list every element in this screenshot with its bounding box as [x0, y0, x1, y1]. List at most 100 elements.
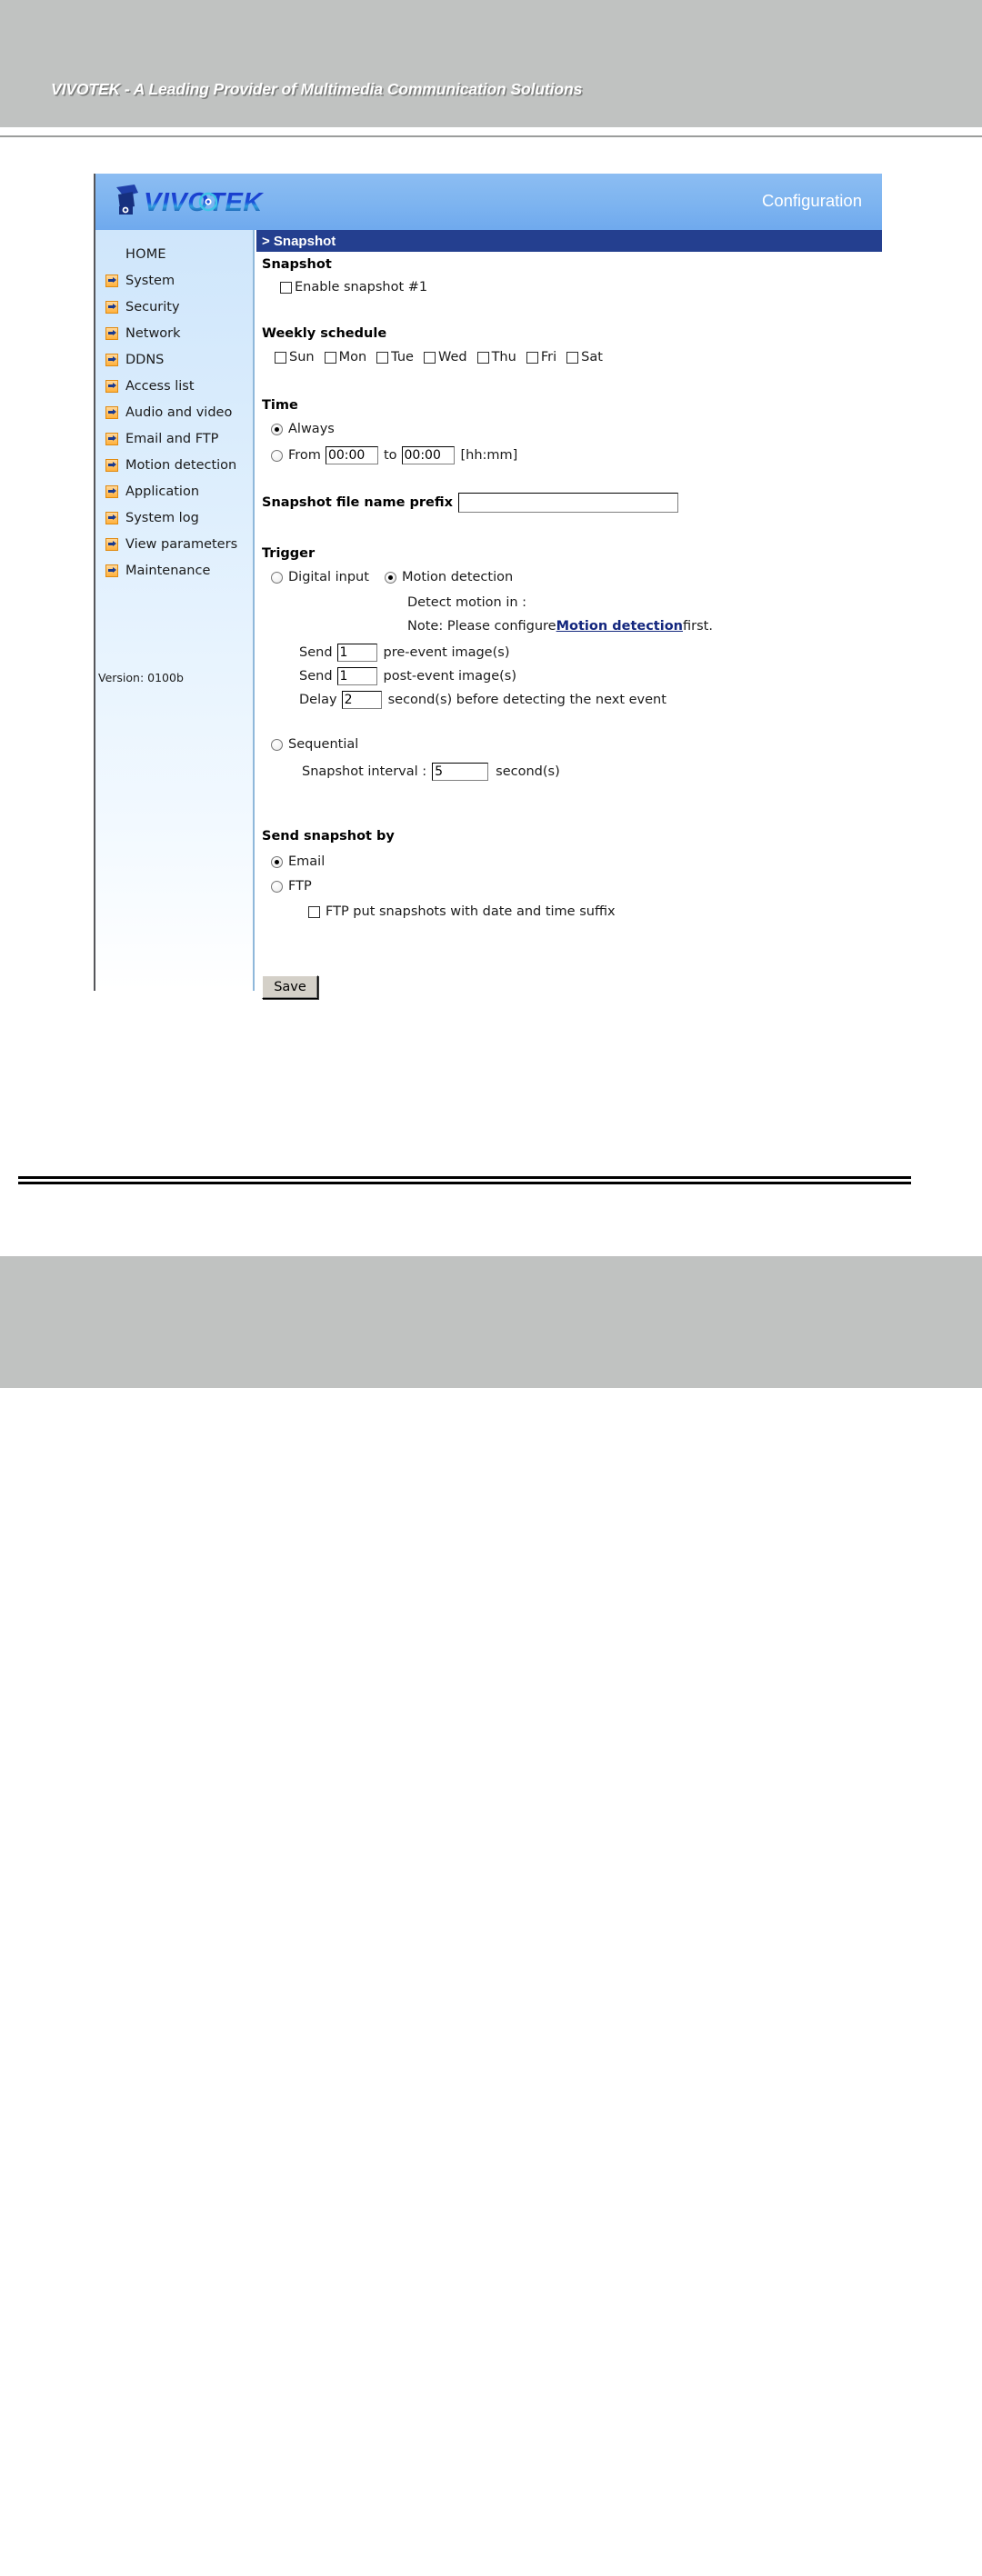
manual-banner-text: VIVOTEK - A Leading Provider of Multimed…	[51, 80, 583, 98]
detect-motion-in-row: Detect motion in :	[407, 595, 526, 610]
weekly-days-row: Sun Mon Tue Wed Thu Fri Sat	[275, 350, 603, 364]
day-checkbox-sun[interactable]	[275, 351, 286, 364]
enable-snapshot-checkbox[interactable]	[280, 281, 292, 294]
sequential-radio[interactable]	[271, 738, 283, 751]
arrow-right-icon	[105, 353, 118, 366]
sidebar-item-label: Application	[125, 484, 200, 499]
post-event-count-input[interactable]	[336, 667, 377, 685]
day-label-sun: Sun	[289, 350, 315, 364]
day-checkbox-fri[interactable]	[526, 351, 538, 364]
content-panel: > Snapshot Snapshot Enable snapshot #1 W…	[256, 230, 882, 999]
camera-icon	[116, 185, 138, 215]
post-event-send-label: Send	[299, 669, 333, 684]
time-range-radio[interactable]	[271, 449, 283, 462]
send-by-email-label: Email	[288, 854, 326, 869]
sidebar-item-system[interactable]: System	[95, 267, 253, 294]
sidebar-item-label: System	[125, 273, 175, 288]
sidebar-item-label: Audio and video	[125, 404, 233, 420]
enable-snapshot-row[interactable]: Enable snapshot #1	[280, 280, 427, 295]
snapshot-section-heading: Snapshot	[262, 257, 332, 272]
arrow-right-icon	[105, 484, 118, 498]
post-event-row: Send post-event image(s)	[299, 667, 516, 685]
snapshot-interval-row: Snapshot interval : second(s)	[302, 763, 560, 781]
sidebar-item-access-list[interactable]: Access list	[95, 373, 253, 399]
send-by-ftp-label: FTP	[288, 879, 312, 894]
day-checkbox-tue[interactable]	[376, 351, 389, 364]
pre-event-row: Send pre-event image(s)	[299, 644, 509, 662]
sidebar-item-view-parameters[interactable]: View parameters	[95, 531, 253, 557]
sidebar-item-application[interactable]: Application	[95, 478, 253, 504]
post-event-unit-label: post-event image(s)	[383, 669, 517, 684]
sidebar-item-motion-detection[interactable]: Motion detection	[95, 452, 253, 478]
note-prefix-text: Note: Please configure	[407, 619, 556, 634]
send-by-email-row[interactable]: Email	[271, 854, 325, 869]
page-title-bar: > Snapshot	[256, 230, 882, 252]
ftp-date-time-suffix-checkbox[interactable]	[308, 905, 320, 918]
motion-detection-note: Note: Please configure Motion detection …	[407, 619, 713, 634]
camera-web-ui: VIVOTEK Configuration HOME System Securi…	[94, 174, 882, 999]
day-checkbox-mon[interactable]	[324, 351, 336, 364]
trigger-motion-detection-label: Motion detection	[401, 570, 514, 584]
sidebar-item-label: View parameters	[125, 536, 238, 552]
snapshot-interval-unit: second(s)	[496, 764, 560, 779]
pre-event-count-input[interactable]	[336, 644, 377, 662]
send-by-ftp-radio[interactable]	[271, 880, 283, 893]
snapshot-prefix-input[interactable]	[458, 493, 678, 513]
sidebar-item-email-and-ftp[interactable]: Email and FTP	[95, 425, 253, 452]
manual-bottom-banner: 41 - User's Manual	[0, 1256, 982, 2575]
snapshot-prefix-row: Snapshot file name prefix	[262, 493, 678, 513]
day-checkbox-wed[interactable]	[423, 351, 436, 364]
vivotek-logo: VIVOTEK	[111, 182, 275, 224]
sidebar-item-network[interactable]: Network	[95, 320, 253, 346]
arrow-right-icon	[105, 432, 118, 445]
sidebar-item-home[interactable]: HOME	[95, 241, 253, 267]
arrow-right-icon	[105, 405, 118, 419]
arrow-right-icon	[105, 326, 118, 340]
time-always-row[interactable]: Always	[271, 422, 335, 436]
day-checkbox-thu[interactable]	[476, 351, 489, 364]
delay-label: Delay	[299, 693, 337, 707]
time-section-heading: Time	[262, 398, 298, 413]
manual-top-divider	[0, 135, 982, 137]
sidebar-item-maintenance[interactable]: Maintenance	[95, 557, 253, 584]
sidebar-item-label: HOME	[125, 246, 166, 262]
sequential-row[interactable]: Sequential	[271, 737, 358, 752]
sidebar: HOME System Security Network DDNS Access	[95, 230, 255, 991]
send-by-email-radio[interactable]	[271, 855, 283, 868]
trigger-digital-input-label: Digital input	[288, 570, 369, 584]
pre-event-send-label: Send	[299, 645, 333, 660]
sidebar-item-system-log[interactable]: System log	[95, 504, 253, 531]
sidebar-item-label: Network	[125, 325, 181, 341]
svg-text:VIVOTEK: VIVOTEK	[144, 188, 264, 217]
snapshot-interval-input[interactable]	[432, 763, 489, 781]
sidebar-menu: HOME System Security Network DDNS Access	[95, 241, 253, 584]
arrow-right-icon	[105, 564, 118, 577]
trigger-section-heading: Trigger	[262, 546, 316, 561]
arrow-right-icon	[105, 511, 118, 524]
manual-footer-text: 41 - User's Manual	[51, 2554, 211, 2575]
weekly-schedule-heading: Weekly schedule	[262, 326, 387, 341]
ftp-suffix-row[interactable]: FTP put snapshots with date and time suf…	[308, 904, 616, 919]
delay-seconds-input[interactable]	[341, 691, 382, 709]
day-label-fri: Fri	[540, 350, 557, 364]
time-from-input[interactable]	[325, 446, 378, 464]
sidebar-item-ddns[interactable]: DDNS	[95, 346, 253, 373]
sidebar-item-label: Maintenance	[125, 563, 211, 578]
time-always-radio[interactable]	[271, 423, 283, 435]
day-label-thu: Thu	[491, 350, 516, 364]
trigger-motion-detection-radio[interactable]	[384, 571, 396, 584]
delay-unit-label: second(s) before detecting the next even…	[387, 693, 666, 707]
note-suffix-text: first.	[683, 619, 713, 634]
time-always-label: Always	[288, 422, 335, 436]
sidebar-item-audio-and-video[interactable]: Audio and video	[95, 399, 253, 425]
app-header: VIVOTEK Configuration	[95, 174, 882, 230]
trigger-digital-input-radio[interactable]	[271, 571, 283, 584]
motion-detection-link[interactable]: Motion detection	[556, 619, 683, 634]
ftp-date-time-suffix-label: FTP put snapshots with date and time suf…	[326, 904, 616, 919]
time-to-input[interactable]	[401, 446, 455, 464]
day-checkbox-sat[interactable]	[566, 351, 579, 364]
time-range-row: From to [hh:mm]	[271, 446, 517, 464]
send-by-ftp-row[interactable]: FTP	[271, 879, 312, 894]
sidebar-item-security[interactable]: Security	[95, 294, 253, 320]
save-button[interactable]: Save	[262, 975, 318, 999]
